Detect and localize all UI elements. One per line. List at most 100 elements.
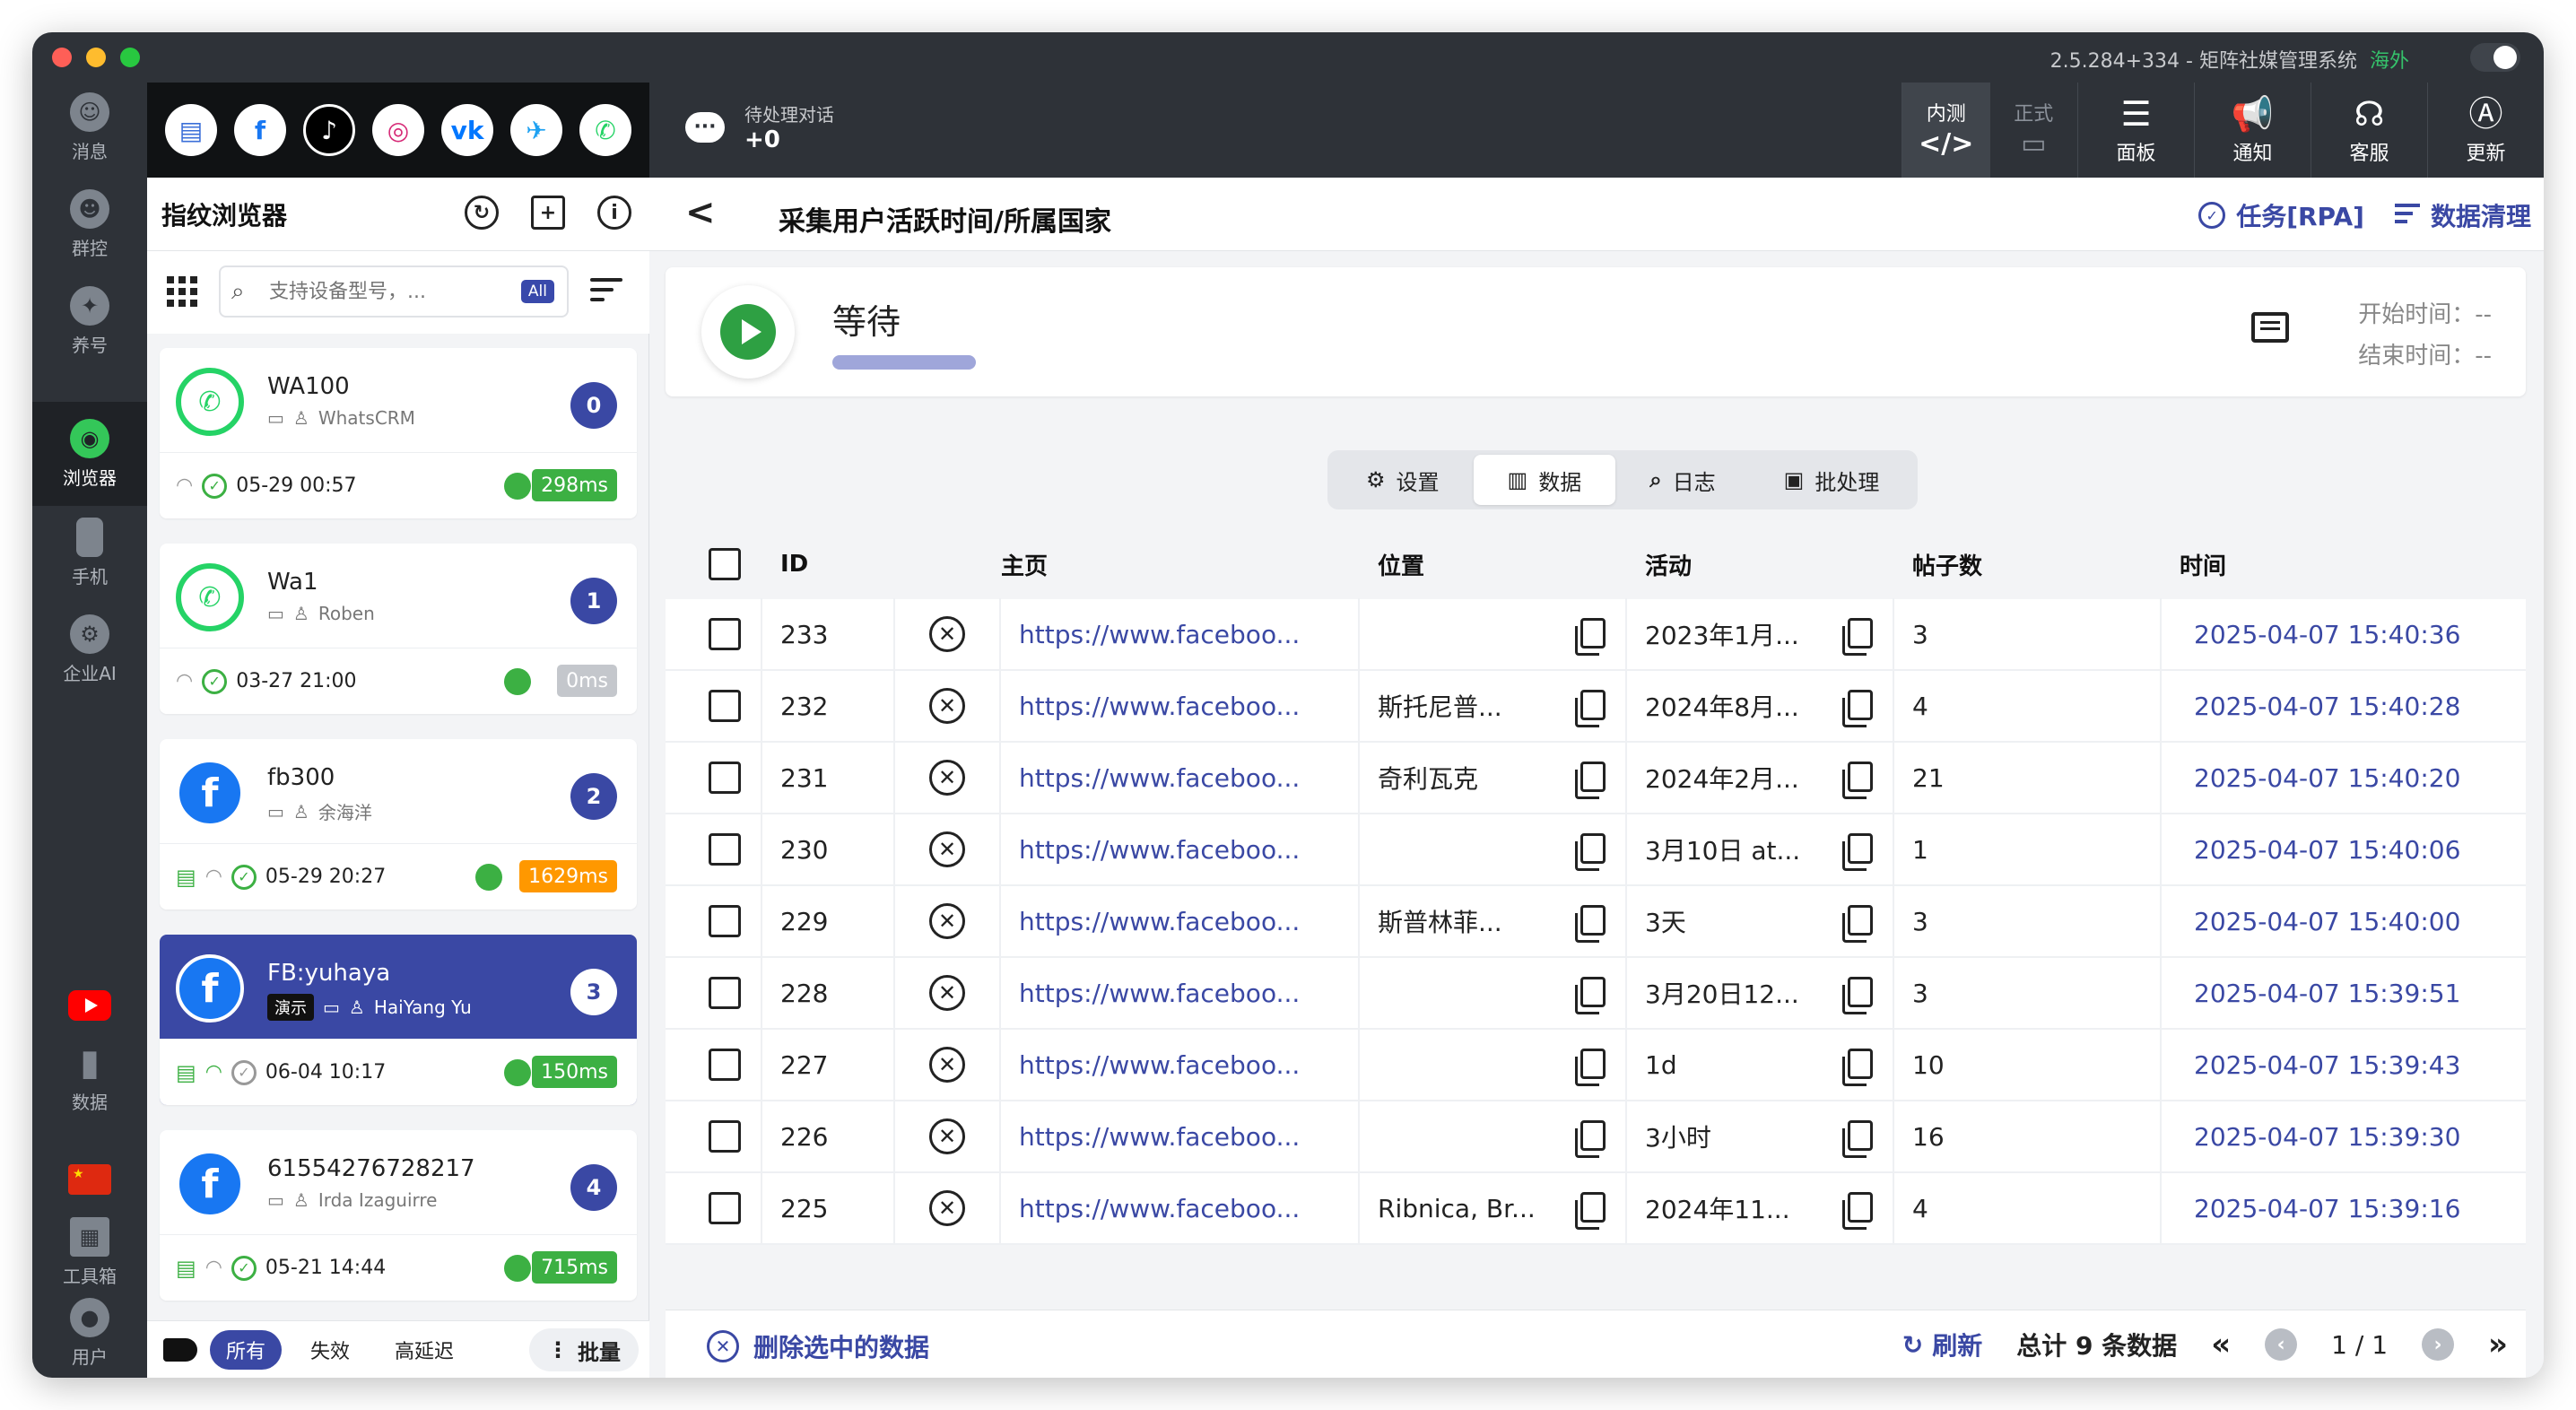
remove-row-icon[interactable]: ✕ — [929, 831, 965, 867]
row-checkbox[interactable] — [709, 977, 741, 1009]
row-home-link[interactable]: https://www.faceboo... — [1019, 1122, 1351, 1152]
header-id[interactable]: ID — [762, 529, 895, 599]
row-home-link[interactable]: https://www.faceboo... — [1019, 692, 1351, 721]
notify-button[interactable]: 📢 通知 — [2194, 83, 2311, 178]
batch-button[interactable]: ⋮ 批量 — [529, 1328, 639, 1371]
task-rpa-button[interactable]: ✓ 任务[RPA] — [2198, 197, 2364, 233]
rail-item-group-control[interactable]: ☻ 群控 — [32, 179, 147, 269]
table-row[interactable]: 230 ✕ https://www.faceboo... 3月10日 at... 1 20… — [666, 814, 2526, 886]
row-home-link[interactable]: https://www.faceboo... — [1019, 620, 1351, 649]
filter-high-latency[interactable]: 高延迟 — [379, 1329, 471, 1370]
minimize-window-button[interactable] — [86, 48, 106, 67]
copy-icon[interactable] — [1842, 1120, 1873, 1158]
start-task-button[interactable] — [701, 285, 795, 379]
support-button[interactable]: ☊ 客服 — [2311, 83, 2427, 178]
table-row[interactable]: 233 ✕ https://www.faceboo... 2023年1月... 3 202… — [666, 598, 2526, 671]
first-page-icon[interactable]: « — [2211, 1327, 2231, 1362]
refresh-icon[interactable]: ↻ — [465, 196, 499, 230]
row-checkbox[interactable] — [709, 905, 741, 937]
rail-item-messages[interactable]: ☺ 消息 — [32, 83, 147, 172]
data-clear-button[interactable]: 数据清理 — [2394, 197, 2531, 233]
update-button[interactable]: Ⓐ 更新 — [2427, 83, 2544, 178]
row-home-link[interactable]: https://www.faceboo... — [1019, 835, 1351, 865]
copy-icon[interactable] — [1575, 1192, 1606, 1230]
copy-icon[interactable] — [1575, 690, 1606, 727]
rail-item-enterprise-ai[interactable]: ⚙ 企业AI — [32, 605, 147, 694]
copy-icon[interactable] — [1575, 1120, 1606, 1158]
profile-card[interactable]: ✆ Wa1 ▭ ♙ Roben 1 ◠ ✓ 03-27 21:00 0ms — [160, 544, 637, 714]
delete-selected-button[interactable]: ✕ 删除选中的数据 — [707, 1328, 929, 1364]
table-row[interactable]: 229 ✕ https://www.faceboo... 斯普林菲... 3天 3 2025… — [666, 885, 2526, 958]
copy-icon[interactable] — [1842, 977, 1873, 1014]
row-checkbox[interactable] — [709, 690, 741, 722]
browser-app-icon[interactable]: ▤ — [165, 104, 217, 156]
next-page-icon[interactable]: › — [2422, 1328, 2455, 1361]
profile-card[interactable]: f FB:yuhaya 演示 ▭ ♙ HaiYang Yu 3 ▤ ◠ ✓ 06-04 10:17 1… — [160, 935, 637, 1105]
copy-icon[interactable] — [1575, 833, 1606, 871]
tab-batch[interactable]: ▣ 批处理 — [1750, 455, 1914, 505]
copy-icon[interactable] — [1575, 905, 1606, 943]
row-checkbox[interactable] — [709, 833, 741, 866]
row-checkbox[interactable] — [709, 618, 741, 650]
tiktok-icon[interactable]: ♪ — [303, 104, 355, 156]
profile-card[interactable]: f fb300 ▭ ♙ 余海洋 2 ▤ ◠ ✓ 05-29 20:27 1629ms — [160, 739, 637, 910]
copy-icon[interactable] — [1575, 977, 1606, 1014]
remove-row-icon[interactable]: ✕ — [929, 688, 965, 724]
rail-item-browser[interactable]: ◉ 浏览器 — [32, 402, 147, 506]
search-scope-badge[interactable]: All — [520, 280, 554, 303]
theme-toggle[interactable] — [2470, 43, 2520, 72]
table-row[interactable]: 228 ✕ https://www.faceboo... 3月20日12... 3 202… — [666, 957, 2526, 1030]
header-location[interactable]: 位置 — [1360, 529, 1627, 599]
pending-conversations[interactable]: ··· 待处理对话 +0 — [685, 100, 834, 153]
zoom-window-button[interactable] — [120, 48, 140, 67]
row-checkbox[interactable] — [709, 1120, 741, 1153]
row-checkbox[interactable] — [709, 1049, 741, 1081]
search-input[interactable] — [269, 276, 502, 307]
row-checkbox[interactable] — [709, 1192, 741, 1224]
row-home-link[interactable]: https://www.faceboo... — [1019, 1194, 1351, 1223]
remove-row-icon[interactable]: ✕ — [929, 1190, 965, 1226]
tab-data[interactable]: ▥ 数据 — [1473, 455, 1616, 505]
refresh-button[interactable]: ↻ 刷新 — [1902, 1327, 1982, 1362]
info-icon[interactable]: i — [597, 196, 631, 230]
rail-item-phone[interactable]: 手机 — [32, 508, 147, 597]
profile-card[interactable]: ✆ WA100 ▭ ♙ WhatsCRM 0 ◠ ✓ 05-29 00:57 298ms — [160, 348, 637, 518]
add-profile-icon[interactable]: + — [531, 196, 565, 230]
last-page-icon[interactable]: » — [2488, 1327, 2508, 1362]
remove-row-icon[interactable]: ✕ — [929, 1047, 965, 1083]
remove-row-icon[interactable]: ✕ — [929, 1118, 965, 1154]
table-row[interactable]: 231 ✕ https://www.faceboo... 奇利瓦克 2024年2月...… — [666, 742, 2526, 814]
table-row[interactable]: 227 ✕ https://www.faceboo... 1d 10 2025-04-07… — [666, 1029, 2526, 1101]
rail-item-toolbox[interactable]: ▦ 工具箱 — [32, 1207, 147, 1297]
row-home-link[interactable]: https://www.faceboo... — [1019, 907, 1351, 936]
table-row[interactable]: 232 ✕ https://www.faceboo... 斯托尼普... 2024年8月… — [666, 670, 2526, 743]
rail-item-account-nurture[interactable]: ✦ 养号 — [32, 276, 147, 366]
copy-icon[interactable] — [1842, 905, 1873, 943]
prev-page-icon[interactable]: ‹ — [2265, 1328, 2298, 1361]
row-home-link[interactable]: https://www.faceboo... — [1019, 763, 1351, 793]
remove-row-icon[interactable]: ✕ — [929, 760, 965, 796]
rail-item-data[interactable]: ▮ 数据 — [32, 1033, 147, 1123]
china-flag-icon[interactable]: ★ — [68, 1164, 111, 1195]
copy-icon[interactable] — [1842, 1049, 1873, 1086]
copy-icon[interactable] — [1842, 762, 1873, 799]
table-row[interactable]: 226 ✕ https://www.faceboo... 3小时 16 2025-04-0… — [666, 1101, 2526, 1173]
filter-invalid[interactable]: 失效 — [294, 1329, 367, 1370]
header-posts[interactable]: 帖子数 — [1894, 529, 2162, 599]
row-checkbox[interactable] — [709, 762, 741, 794]
filter-all[interactable]: 所有 — [210, 1329, 283, 1370]
env-official-button[interactable]: 正式 ▭ — [1990, 83, 2078, 178]
env-internal-button[interactable]: 内测 </> — [1902, 83, 1990, 178]
tab-log[interactable]: ⌕ 日志 — [1615, 455, 1749, 505]
copy-icon[interactable] — [1842, 618, 1873, 656]
tab-settings[interactable]: ⚙ 设置 — [1332, 455, 1474, 505]
tag-icon[interactable] — [163, 1337, 197, 1362]
copy-icon[interactable] — [1842, 1192, 1873, 1230]
remove-row-icon[interactable]: ✕ — [929, 975, 965, 1011]
remove-row-icon[interactable]: ✕ — [929, 616, 965, 652]
sort-icon[interactable] — [590, 278, 622, 308]
instagram-icon[interactable]: ◎ — [372, 104, 424, 156]
copy-icon[interactable] — [1842, 690, 1873, 727]
twitter-icon[interactable]: ✈ — [510, 104, 562, 156]
profile-card[interactable]: f 61554276728217 ▭ ♙ Irda Izaguirre 4 ▤ ◠ ✓ 05-21… — [160, 1130, 637, 1301]
